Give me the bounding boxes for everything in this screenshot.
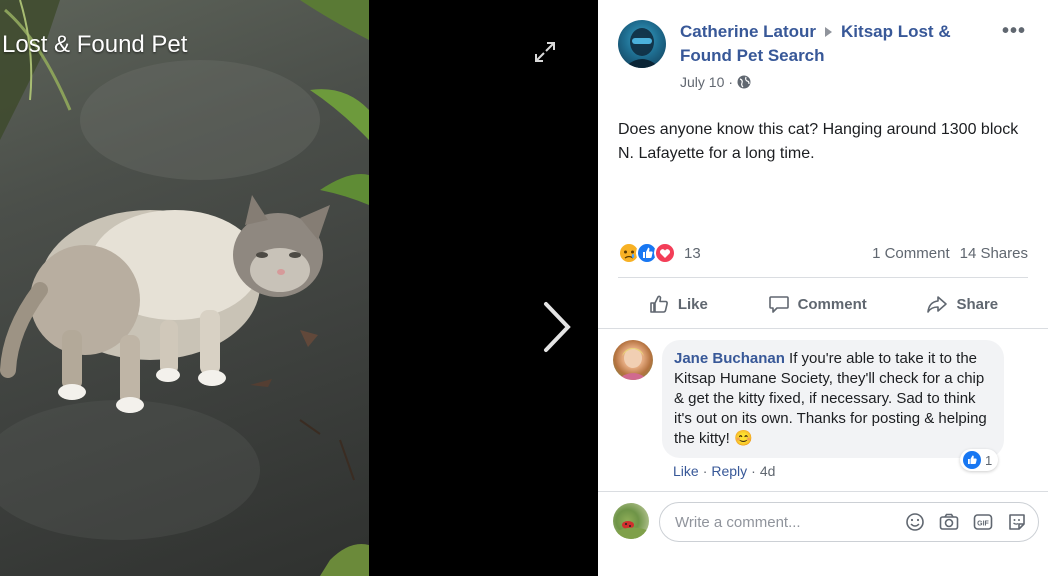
- sticker-icon[interactable]: [1006, 511, 1028, 533]
- divider: [598, 491, 1048, 492]
- emoji-icon[interactable]: [904, 511, 926, 533]
- commenter-avatar[interactable]: [613, 340, 653, 380]
- comments-count[interactable]: 1 Comment: [872, 245, 950, 262]
- comment-button[interactable]: Comment: [768, 293, 867, 315]
- comment-like-link[interactable]: Like: [673, 463, 699, 479]
- engagement-counts: 1 Comment 14 Shares: [872, 245, 1028, 262]
- share-arrow-icon: [927, 296, 948, 313]
- author-avatar[interactable]: [618, 20, 666, 68]
- photo-viewer: Lost & Found Pet: [0, 0, 598, 576]
- comment-input[interactable]: [675, 513, 904, 531]
- like-reaction-icon: [963, 451, 981, 469]
- speech-bubble-icon: [768, 296, 789, 313]
- next-photo-chevron-icon[interactable]: [538, 300, 574, 354]
- reactions-summary: 13 1 Comment 14 Shares: [618, 239, 1028, 267]
- reaction-icons[interactable]: [618, 242, 676, 264]
- gif-icon[interactable]: GIF: [972, 511, 994, 533]
- comment-like-count: 1: [985, 452, 993, 468]
- post-panel: Catherine Latour Kitsap Lost & Found Pet …: [598, 0, 1048, 576]
- comment-reaction-badge[interactable]: 1: [960, 449, 999, 471]
- thumbs-up-icon: [650, 295, 668, 313]
- post-body-text: Does anyone know this cat? Hanging aroun…: [618, 121, 1019, 162]
- post-timestamp: July 10 ·: [680, 74, 751, 90]
- post-date-text[interactable]: July 10: [680, 74, 724, 90]
- comment-bubble: Jane Buchanan If you're able to take it …: [662, 340, 1004, 458]
- divider: [618, 277, 1028, 278]
- comment-actions: Like · Reply · 4d: [673, 463, 776, 479]
- love-reaction-icon: [654, 242, 676, 264]
- more-options-icon[interactable]: •••: [1002, 21, 1026, 41]
- current-user-avatar: [613, 503, 649, 539]
- globe-icon: [737, 75, 751, 89]
- expand-icon[interactable]: [533, 40, 557, 64]
- shares-count[interactable]: 14 Shares: [960, 245, 1028, 262]
- composer-tools: GIF: [904, 511, 1028, 533]
- divider: [598, 328, 1048, 329]
- like-button[interactable]: Like: [648, 293, 708, 315]
- author-name-link[interactable]: Catherine Latour: [680, 22, 816, 41]
- triangle-right-icon: [825, 27, 833, 38]
- comment-timestamp[interactable]: 4d: [760, 463, 776, 479]
- album-title: Lost & Found Pet: [2, 31, 188, 58]
- camera-icon[interactable]: [938, 511, 960, 533]
- post-header: Catherine Latour Kitsap Lost & Found Pet …: [680, 20, 980, 68]
- comment-author-link[interactable]: Jane Buchanan: [674, 350, 785, 367]
- comment-composer: GIF: [659, 502, 1039, 542]
- post-photo[interactable]: [0, 0, 369, 576]
- share-button-label: Share: [956, 295, 999, 313]
- comment-button-label: Comment: [797, 295, 867, 313]
- like-button-label: Like: [677, 295, 708, 313]
- svg-text:GIF: GIF: [977, 521, 989, 528]
- cat-photo-illustration: [0, 0, 369, 576]
- reaction-count[interactable]: 13: [684, 245, 701, 262]
- share-button[interactable]: Share: [926, 293, 998, 315]
- comment-reply-link[interactable]: Reply: [711, 463, 747, 479]
- post-actions: Like Comment Share: [618, 284, 1028, 324]
